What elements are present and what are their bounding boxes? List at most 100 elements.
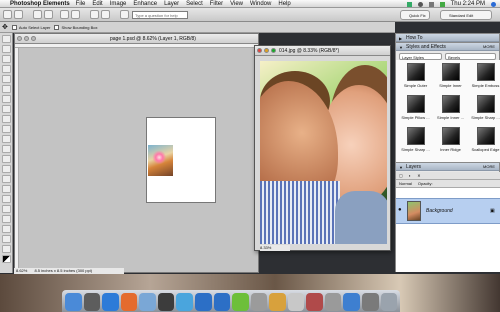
paint-bucket-tool[interactable]: [1, 205, 11, 213]
downloads-stack-icon[interactable]: [362, 293, 379, 311]
menu-edit[interactable]: Edit: [92, 1, 102, 7]
menu-window[interactable]: Window: [250, 1, 271, 7]
close-window-button[interactable]: [257, 48, 262, 53]
style-swatch[interactable]: Scalloped Edge: [469, 125, 500, 156]
itunes-icon[interactable]: [176, 293, 193, 311]
collapse-triangle-icon[interactable]: ▼: [399, 165, 403, 170]
document-titlebar[interactable]: page 1.psd @ 8.62% (Layer 1, RGB/8): [15, 34, 258, 44]
trash-icon[interactable]: [380, 293, 398, 311]
dashboard-icon[interactable]: [83, 293, 101, 311]
bounding-box-checkbox[interactable]: [54, 24, 60, 30]
document-window-page1[interactable]: page 1.psd @ 8.62% (Layer 1, RGB/8): [14, 33, 259, 273]
gradient-tool[interactable]: [1, 215, 11, 223]
delete-layer-icon[interactable]: ✕: [417, 173, 420, 178]
styles-header[interactable]: ▼ Styles and Effects MORE: [396, 43, 499, 51]
style-swatch[interactable]: Simple Sharp ...: [399, 125, 432, 156]
help-search-input[interactable]: Type a question for help: [132, 11, 188, 19]
placed-photo-layer[interactable]: [148, 145, 173, 176]
volume-icon[interactable]: [428, 1, 434, 7]
minimize-window-button[interactable]: [24, 36, 29, 41]
menu-layer[interactable]: Layer: [164, 1, 179, 7]
styles-more-button[interactable]: MORE: [483, 44, 495, 49]
menu-select[interactable]: Select: [186, 1, 203, 7]
clone-stamp-tool[interactable]: [1, 165, 11, 173]
help-button[interactable]: [120, 10, 129, 19]
wifi-icon[interactable]: [417, 1, 423, 7]
hand-tool[interactable]: [1, 55, 11, 63]
redo-button[interactable]: [101, 10, 110, 19]
zoom-window-button[interactable]: [271, 48, 276, 53]
canvas-page[interactable]: [146, 117, 216, 203]
pencil-tool[interactable]: [1, 175, 11, 183]
style-swatch[interactable]: Simple Emboss: [469, 61, 500, 92]
style-library-select[interactable]: Bevels: [445, 53, 496, 60]
shape-tool[interactable]: [1, 225, 11, 233]
marquee-tool[interactable]: [1, 75, 11, 83]
print-button[interactable]: [44, 10, 53, 19]
how-to-header[interactable]: ▶ How To: [396, 34, 499, 42]
dreamweaver-icon[interactable]: [232, 293, 249, 311]
sponge-tool[interactable]: [1, 245, 11, 253]
style-swatch[interactable]: Simple Pillow ...: [399, 93, 432, 124]
step-backward-button[interactable]: [71, 10, 80, 19]
couple-photo[interactable]: [260, 61, 387, 244]
quicktime-icon[interactable]: [157, 293, 175, 311]
app-menu[interactable]: Photoshop Elements: [10, 1, 70, 7]
iphoto-icon[interactable]: [306, 293, 323, 311]
zoom-level[interactable]: 8.62%: [16, 268, 27, 273]
healing-brush-tool[interactable]: [1, 155, 11, 163]
new-layer-icon[interactable]: ▢: [399, 173, 403, 178]
brush-tool[interactable]: [1, 195, 11, 203]
photoshop-elements-icon[interactable]: [213, 293, 231, 311]
eyedropper-tool[interactable]: [1, 65, 11, 73]
safari-icon[interactable]: [102, 293, 119, 311]
magic-wand-tool[interactable]: [1, 95, 11, 103]
new-file-button[interactable]: [3, 10, 12, 19]
email-button[interactable]: [60, 10, 69, 19]
close-window-button[interactable]: [17, 36, 22, 41]
menu-image[interactable]: Image: [110, 1, 127, 7]
move-tool[interactable]: [1, 35, 11, 43]
blur-tool[interactable]: [1, 235, 11, 243]
style-category-select[interactable]: Layer Styles: [399, 53, 443, 60]
open-button[interactable]: [14, 10, 23, 19]
eraser-tool[interactable]: [1, 185, 11, 193]
system-preferences-icon[interactable]: [324, 293, 342, 311]
clock[interactable]: Thu 2:24 PM: [451, 1, 485, 7]
photo-titlebar[interactable]: 014.jpg @ 8.33% (RGB/8*): [255, 46, 390, 56]
document-size[interactable]: 8.5 inches x 8.5 inches (300 ppi): [34, 268, 92, 273]
color-swatches[interactable]: [1, 255, 11, 263]
menu-help[interactable]: Help: [278, 1, 290, 7]
red-eye-tool[interactable]: [1, 145, 11, 153]
cookie-cutter-tool[interactable]: [1, 135, 11, 143]
undo-button[interactable]: [90, 10, 99, 19]
menu-filter[interactable]: Filter: [210, 1, 223, 7]
app-store-icon[interactable]: [343, 293, 360, 311]
style-swatch[interactable]: Simple Outer: [399, 61, 432, 92]
mail-icon[interactable]: [139, 293, 156, 311]
firefox-icon[interactable]: [120, 293, 138, 311]
menu-file[interactable]: File: [76, 1, 86, 7]
minimize-window-button[interactable]: [264, 48, 269, 53]
adjustment-layer-icon[interactable]: ◐: [409, 173, 411, 178]
menu-enhance[interactable]: Enhance: [133, 1, 157, 7]
calendar-icon[interactable]: [287, 293, 305, 311]
type-tool[interactable]: [1, 115, 11, 123]
lasso-tool[interactable]: [1, 85, 11, 93]
layer-row-background[interactable]: ● Background ▣: [396, 198, 500, 224]
zoom-window-button[interactable]: [31, 36, 36, 41]
save-button[interactable]: [33, 10, 42, 19]
auto-select-checkbox[interactable]: [11, 24, 17, 30]
crop-tool[interactable]: [1, 125, 11, 133]
collapse-triangle-icon[interactable]: ▼: [399, 45, 403, 50]
battery-icon[interactable]: [439, 1, 445, 7]
layers-header[interactable]: ▼ Layers MORE: [396, 163, 499, 171]
word-icon[interactable]: [194, 293, 212, 311]
style-swatch[interactable]: Inner Ridge: [434, 125, 467, 156]
visibility-eye-icon[interactable]: ●: [398, 207, 402, 213]
spotlight-icon[interactable]: [491, 1, 496, 7]
style-swatch[interactable]: Simple Inner ...: [434, 93, 467, 124]
how-to-palette[interactable]: ▶ How To: [395, 33, 500, 42]
move-tool-icon[interactable]: ✥: [2, 23, 8, 31]
photo-icon[interactable]: [269, 293, 286, 311]
